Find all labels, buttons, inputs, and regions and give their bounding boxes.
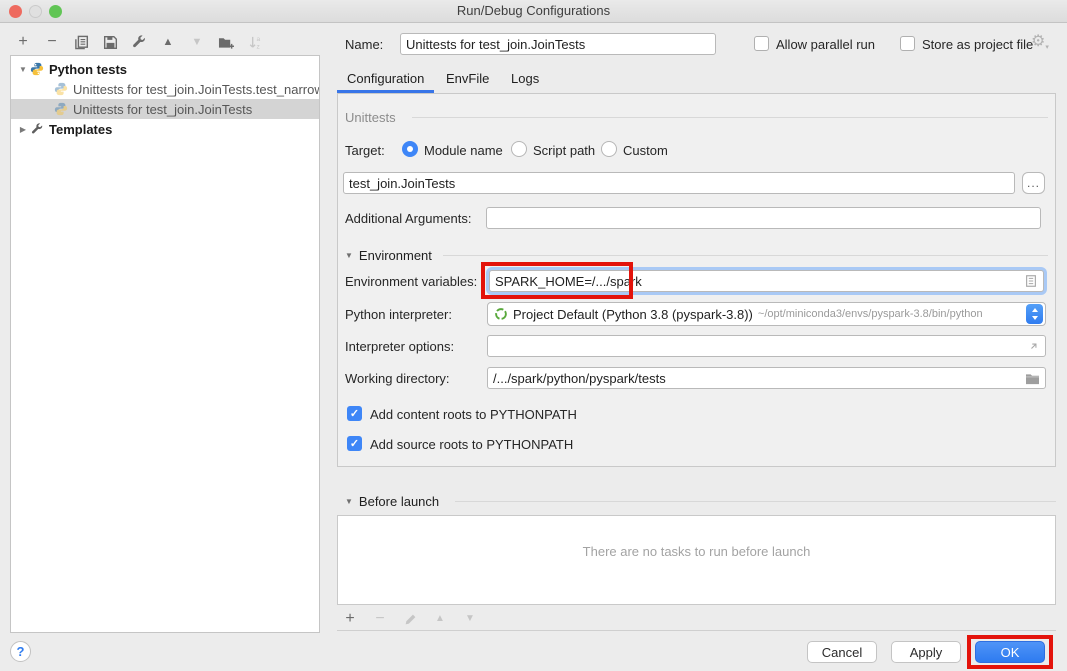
remove-task-icon: − bbox=[371, 611, 389, 627]
target-script-path-label: Script path bbox=[533, 143, 595, 158]
python-interpreter-value: Project Default (Python 3.8 (pyspark-3.8… bbox=[513, 307, 753, 322]
save-configuration-icon[interactable] bbox=[101, 34, 119, 50]
allow-parallel-run-label: Allow parallel run bbox=[776, 37, 875, 52]
apply-button[interactable]: Apply bbox=[891, 641, 961, 663]
ok-button[interactable]: OK bbox=[975, 641, 1045, 663]
gear-icon[interactable]: ⚙▾ bbox=[1031, 31, 1049, 51]
environment-variables-field-box bbox=[489, 270, 1044, 292]
before-launch-toolbar: + − ▲ ▼ bbox=[341, 611, 479, 627]
python-tests-icon bbox=[29, 62, 45, 76]
working-directory-input[interactable] bbox=[493, 371, 1025, 386]
python-test-icon bbox=[53, 82, 69, 96]
footer-separator bbox=[337, 630, 1056, 631]
expand-caret-icon[interactable]: ▶ bbox=[17, 125, 29, 134]
tree-item-jointests-selected[interactable]: Unittests for test_join.JoinTests bbox=[11, 99, 319, 119]
tree-item-test-narrow[interactable]: Unittests for test_join.JoinTests.test_n… bbox=[11, 79, 319, 99]
tree-item-label: Unittests for test_join.JoinTests bbox=[73, 102, 252, 117]
folder-browse-icon[interactable] bbox=[1025, 372, 1040, 385]
collapse-triangle-icon[interactable]: ▼ bbox=[345, 251, 353, 260]
allow-parallel-run-checkbox[interactable] bbox=[754, 36, 769, 51]
tab-logs[interactable]: Logs bbox=[511, 71, 539, 86]
store-as-project-file-label: Store as project file bbox=[922, 37, 1033, 52]
tree-item-label: Templates bbox=[49, 122, 112, 137]
module-name-field-box bbox=[343, 172, 1015, 194]
svg-text:a: a bbox=[256, 36, 260, 43]
edit-task-pencil-icon bbox=[401, 611, 419, 627]
target-custom-radio[interactable] bbox=[601, 141, 617, 157]
environment-group-label: Environment bbox=[359, 248, 432, 263]
configurations-tree: ▼ Python tests Unittests for test_join.J… bbox=[10, 55, 320, 633]
name-label: Name: bbox=[345, 37, 383, 52]
dropdown-spinner-icon bbox=[1026, 304, 1043, 324]
before-launch-group-header[interactable]: ▼ Before launch bbox=[345, 494, 439, 509]
working-directory-field-box bbox=[487, 367, 1046, 389]
svg-text:z: z bbox=[256, 43, 259, 49]
add-source-roots-label: Add source roots to PYTHONPATH bbox=[370, 437, 573, 452]
store-as-project-file-checkbox[interactable] bbox=[900, 36, 915, 51]
configurations-toolbar: + − ▲ ▼ az bbox=[14, 34, 264, 50]
target-script-path-radio[interactable] bbox=[511, 141, 527, 157]
add-content-roots-label: Add content roots to PYTHONPATH bbox=[370, 407, 577, 422]
cancel-button[interactable]: Cancel bbox=[807, 641, 877, 663]
add-task-icon[interactable]: + bbox=[341, 611, 359, 627]
templates-wrench-icon bbox=[29, 123, 45, 136]
move-task-up-icon: ▲ bbox=[431, 611, 449, 627]
tree-item-label: Python tests bbox=[49, 62, 127, 77]
environment-group-header[interactable]: ▼ Environment bbox=[345, 248, 432, 263]
remove-configuration-icon[interactable]: − bbox=[43, 34, 61, 50]
sort-configurations-icon: az bbox=[246, 34, 264, 50]
environment-variables-input[interactable] bbox=[495, 274, 1024, 289]
title-bar: Run/Debug Configurations bbox=[0, 0, 1067, 23]
python-test-icon bbox=[53, 102, 69, 116]
unittests-group-rule bbox=[412, 117, 1048, 118]
target-label: Target: bbox=[345, 143, 385, 158]
expand-field-icon[interactable] bbox=[1027, 340, 1040, 353]
environment-variables-label: Environment variables: bbox=[345, 274, 477, 289]
name-input[interactable] bbox=[406, 37, 710, 52]
target-module-name-radio[interactable] bbox=[402, 141, 418, 157]
python-interpreter-label: Python interpreter: bbox=[345, 307, 452, 322]
interpreter-options-field-box bbox=[487, 335, 1046, 357]
collapse-triangle-icon[interactable]: ▼ bbox=[345, 497, 353, 506]
interpreter-options-label: Interpreter options: bbox=[345, 339, 454, 354]
edit-variables-list-icon[interactable] bbox=[1024, 274, 1038, 288]
copy-configuration-icon[interactable] bbox=[72, 34, 90, 50]
conda-environment-icon bbox=[494, 307, 508, 321]
window-title: Run/Debug Configurations bbox=[0, 3, 1067, 18]
before-launch-rule bbox=[455, 501, 1056, 502]
before-launch-empty-text: There are no tasks to run before launch bbox=[583, 544, 811, 559]
tree-item-python-tests[interactable]: ▼ Python tests bbox=[11, 59, 319, 79]
before-launch-label: Before launch bbox=[359, 494, 439, 509]
add-content-roots-checkbox[interactable]: ✓ bbox=[347, 406, 362, 421]
add-configuration-icon[interactable]: + bbox=[14, 34, 32, 50]
tab-configuration[interactable]: Configuration bbox=[347, 71, 424, 86]
move-down-icon: ▼ bbox=[188, 34, 206, 50]
unittests-group-label: Unittests bbox=[345, 110, 396, 125]
add-source-roots-checkbox[interactable]: ✓ bbox=[347, 436, 362, 451]
tree-item-templates[interactable]: ▶ Templates bbox=[11, 119, 319, 139]
additional-arguments-field-box bbox=[486, 207, 1041, 229]
edit-templates-wrench-icon[interactable] bbox=[130, 34, 148, 50]
tree-item-label: Unittests for test_join.JoinTests.test_n… bbox=[73, 82, 319, 97]
tab-envfile[interactable]: EnvFile bbox=[446, 71, 489, 86]
additional-arguments-input[interactable] bbox=[492, 211, 1035, 226]
module-name-input[interactable] bbox=[349, 176, 1009, 191]
python-interpreter-path: ~/opt/miniconda3/envs/pyspark-3.8/bin/py… bbox=[758, 308, 1021, 320]
before-launch-task-list[interactable]: There are no tasks to run before launch bbox=[337, 515, 1056, 605]
target-module-name-label: Module name bbox=[424, 143, 503, 158]
collapse-caret-icon[interactable]: ▼ bbox=[17, 65, 29, 74]
target-custom-label: Custom bbox=[623, 143, 668, 158]
python-interpreter-select[interactable]: Project Default (Python 3.8 (pyspark-3.8… bbox=[487, 302, 1046, 326]
environment-group-rule bbox=[443, 255, 1048, 256]
interpreter-options-input[interactable] bbox=[493, 339, 1027, 354]
move-task-down-icon: ▼ bbox=[461, 611, 479, 627]
help-button[interactable]: ? bbox=[10, 641, 31, 662]
move-up-icon[interactable]: ▲ bbox=[159, 34, 177, 50]
additional-arguments-label: Additional Arguments: bbox=[345, 211, 471, 226]
browse-module-button[interactable]: ... bbox=[1022, 172, 1045, 194]
working-directory-label: Working directory: bbox=[345, 371, 450, 386]
run-debug-configurations-dialog: Run/Debug Configurations + − ▲ ▼ az ▼ bbox=[0, 0, 1067, 671]
new-folder-icon[interactable] bbox=[217, 34, 235, 50]
name-field-box bbox=[400, 33, 716, 55]
